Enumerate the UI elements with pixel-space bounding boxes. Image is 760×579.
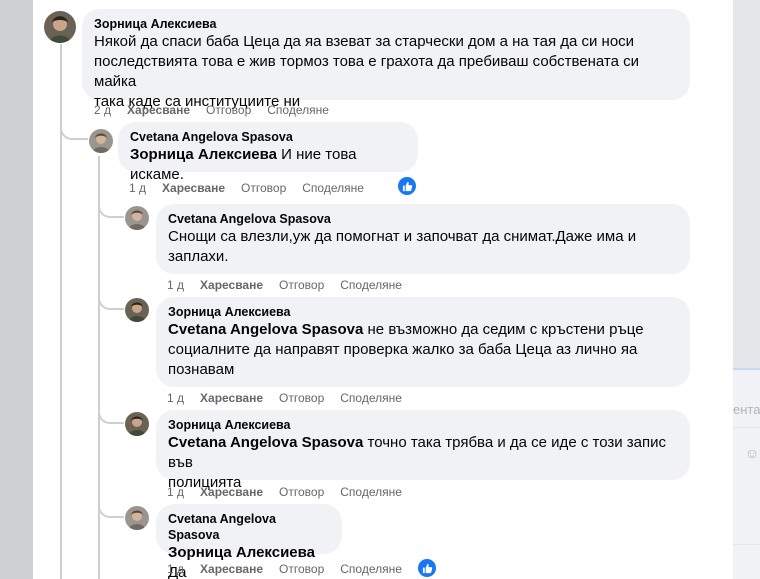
share-button[interactable]: Споделяне (267, 103, 329, 117)
mention-link[interactable]: Cvetana Angelova Spasova (168, 434, 363, 451)
backdrop-right-text: ента (733, 402, 760, 417)
mention-link[interactable]: Зорница Алексиева (130, 146, 277, 163)
mention-link[interactable]: Зорница Алексиева (168, 544, 315, 561)
comment-time[interactable]: 1 д (167, 562, 184, 576)
comment-text: Зорница Алексиева И ние това искаме. (130, 145, 406, 185)
comment-actions: 2 д Харесване Отговор Споделяне (94, 103, 329, 117)
avatar[interactable] (125, 412, 149, 436)
comment-bubble: Cvetana Angelova Spasova Зорница Алексие… (156, 504, 342, 579)
like-button[interactable]: Харесване (200, 562, 263, 576)
comments-panel: Зорница Алексиева Някой да спаси баба Це… (33, 0, 733, 579)
mention-link[interactable]: Cvetana Angelova Spasova (168, 321, 363, 338)
comment-line: Някой да спаси баба Цеца да яа взеват за… (94, 33, 635, 50)
thread-connector (98, 290, 124, 310)
like-reaction-icon[interactable] (398, 177, 416, 195)
comment-text: Снощи са влезли,уж да помогнат и започва… (168, 227, 678, 267)
comment-author[interactable]: Cvetana Angelova Spasova (168, 511, 330, 543)
reply-button[interactable]: Отговор (279, 562, 324, 576)
comment-line: познавам (168, 361, 235, 378)
backdrop-right-line (733, 427, 760, 428)
like-button[interactable]: Харесване (127, 103, 190, 117)
avatar[interactable] (44, 11, 76, 43)
comment-line: заплахи. (168, 248, 229, 265)
reply-button[interactable]: Отговор (206, 103, 251, 117)
like-button[interactable]: Харесване (200, 391, 263, 405)
comment-line: не възможно да седим с кръстени ръце (363, 321, 644, 338)
like-button[interactable]: Харесване (162, 181, 225, 195)
thread-connector (98, 198, 124, 218)
reply-button[interactable]: Отговор (279, 485, 324, 499)
emoji-icon: ☺ (745, 445, 760, 461)
comment-bubble: Cvetana Angelova Spasova Снощи са влезли… (156, 204, 690, 274)
comment-author[interactable]: Cvetana Angelova Spasova (168, 211, 678, 227)
reply-button[interactable]: Отговор (279, 391, 324, 405)
comment-line: социалните да направят проверка жалко за… (168, 341, 638, 358)
comment-text: Cvetana Angelova Spasova точно така тряб… (168, 433, 678, 493)
like-reaction-icon[interactable] (418, 559, 436, 577)
share-button[interactable]: Споделяне (340, 278, 402, 292)
backdrop-right-divider (733, 368, 760, 370)
backdrop-right-photo (733, 0, 760, 368)
comment-author[interactable]: Зорница Алексиева (168, 417, 678, 433)
comment-line: Снощи са влезли,уж да помогнат и започва… (168, 228, 637, 245)
comment-time[interactable]: 2 д (94, 103, 111, 117)
avatar[interactable] (125, 298, 149, 322)
comment-author[interactable]: Зорница Алексиева (168, 304, 678, 320)
like-button[interactable]: Харесване (200, 278, 263, 292)
share-button[interactable]: Споделяне (340, 485, 402, 499)
thread-line (98, 156, 100, 579)
comment-actions: 1 д Харесване Отговор Споделяне (167, 391, 402, 405)
thread-connector (60, 118, 88, 140)
comment-author[interactable]: Cvetana Angelova Spasova (130, 129, 406, 145)
avatar[interactable] (125, 206, 149, 230)
comment-text: Някой да спаси баба Цеца да яа взеват за… (94, 32, 678, 112)
comment-author[interactable]: Зорница Алексиева (94, 16, 678, 32)
comment-actions: 1 д Харесване Отговор Споделяне (167, 562, 402, 576)
like-button[interactable]: Харесване (200, 485, 263, 499)
thread-connector (98, 404, 124, 424)
comment-time[interactable]: 1 д (167, 278, 184, 292)
comment-line: последствията това е жив тормоз това е г… (94, 53, 639, 90)
comment-bubble: Зорница Алексиева Cvetana Angelova Spaso… (156, 410, 690, 491)
comment-actions: 1 д Харесване Отговор Споделяне (167, 278, 402, 292)
share-button[interactable]: Споделяне (340, 391, 402, 405)
comment-time[interactable]: 1 д (167, 391, 184, 405)
share-button[interactable]: Споделяне (340, 562, 402, 576)
thread-connector (98, 498, 124, 518)
comment-bubble: Зорница Алексиева Cvetana Angelova Spaso… (156, 297, 690, 387)
share-button[interactable]: Споделяне (302, 181, 364, 195)
avatar[interactable] (89, 129, 113, 153)
backdrop-right-line-2 (733, 544, 760, 545)
reply-button[interactable]: Отговор (241, 181, 286, 195)
comment-actions: 1 д Харесване Отговор Споделяне (129, 181, 364, 195)
comment-time[interactable]: 1 д (129, 181, 146, 195)
comment-text: Cvetana Angelova Spasova не възможно да … (168, 320, 678, 380)
comment-time[interactable]: 1 д (167, 485, 184, 499)
reply-button[interactable]: Отговор (279, 278, 324, 292)
avatar[interactable] (125, 506, 149, 530)
backdrop-left (0, 0, 33, 579)
comment-bubble: Cvetana Angelova Spasova Зорница Алексие… (118, 122, 418, 183)
comment-bubble: Зорница Алексиева Някой да спаси баба Це… (82, 9, 690, 110)
comment-actions: 1 д Харесване Отговор Споделяне (167, 485, 402, 499)
